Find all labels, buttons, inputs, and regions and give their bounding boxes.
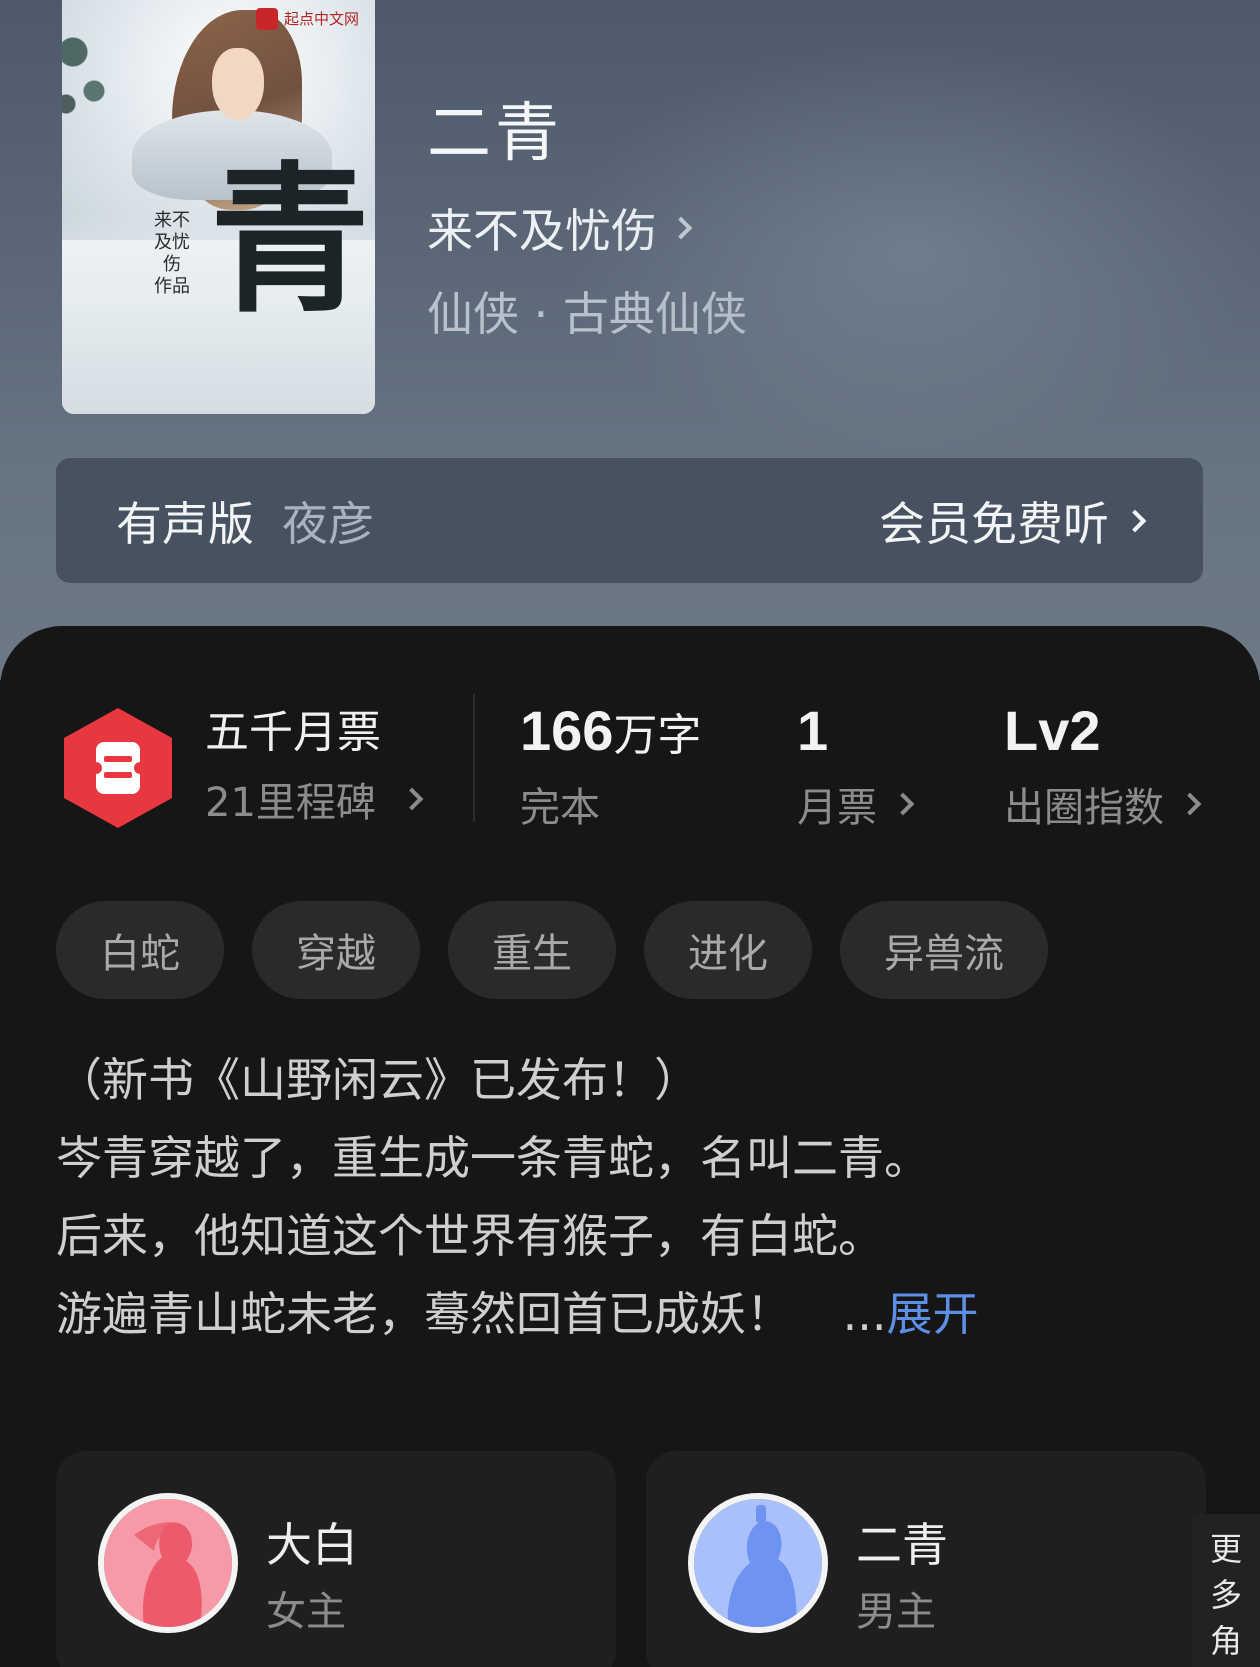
cover-title-char: 青 — [210, 146, 371, 334]
monthly-ticket-stat[interactable]: 1 月票 — [797, 698, 915, 833]
member-listen-button[interactable]: 会员免费听 — [879, 488, 1147, 554]
popularity-label: 出圈指数 — [1004, 785, 1164, 831]
character-role: 女主 — [266, 1589, 346, 1635]
milestone-stat[interactable]: 五千月票 21里程碑 — [205, 696, 424, 828]
popularity-level: Lv2 — [1004, 699, 1101, 762]
character-card[interactable]: 大白 女主 — [56, 1451, 616, 1667]
member-listen-label: 会员免费听 — [879, 496, 1109, 551]
description-line: 游遍青山蛇未老，蓦然回首已成妖！ ...展开 — [56, 1275, 1206, 1353]
tag-chip[interactable]: 进化 — [644, 901, 812, 999]
expand-link[interactable]: 展开 — [887, 1287, 979, 1341]
more-roles-button[interactable]: 更多角 — [1192, 1514, 1260, 1667]
milestone-title: 五千月票 — [205, 707, 381, 758]
character-avatar — [98, 1493, 238, 1633]
ticket-hexagon-icon — [64, 708, 172, 828]
cover-publisher-badge: 起点中文网 — [254, 6, 365, 32]
description-line: 后来，他知道这个世界有猴子，有白蛇。 — [56, 1209, 884, 1263]
tag-chip[interactable]: 重生 — [448, 901, 616, 999]
female-silhouette-icon — [104, 1499, 232, 1627]
author-link[interactable]: 来不及忧伤 — [427, 195, 693, 261]
character-name: 二青 — [856, 1518, 948, 1572]
chevron-right-icon — [891, 792, 915, 816]
milestone-sub: 21里程碑 — [205, 780, 376, 826]
male-silhouette-icon — [694, 1499, 822, 1627]
cover-leaves — [62, 0, 122, 130]
audio-label: 有声版 — [116, 496, 254, 551]
word-count-value: 166 — [520, 699, 614, 762]
book-title: 二青 — [427, 97, 563, 171]
tag-chip[interactable]: 白蛇 — [56, 901, 224, 999]
monthly-ticket-label: 月票 — [797, 785, 877, 831]
description-ellipsis: ... — [842, 1287, 887, 1341]
cover-author-vertical: 来不及忧伤 作品 — [154, 210, 190, 297]
author-name: 来不及忧伤 — [427, 204, 657, 258]
book-cover[interactable]: 起点中文网 来不及忧伤 作品 青 — [62, 0, 375, 414]
monthly-ticket-value: 1 — [797, 699, 829, 762]
chevron-right-icon — [1178, 792, 1202, 816]
tag-list: 白蛇 穿越 重生 进化 异兽流 — [56, 901, 1048, 999]
character-card[interactable]: 二青 男主 — [646, 1451, 1206, 1667]
book-description[interactable]: （新书《山野闲云》已发布！） 岑青穿越了，重生成一条青蛇，名叫二青。 后来，他知… — [56, 1041, 1206, 1353]
chevron-right-icon — [669, 216, 693, 240]
chevron-right-icon — [1123, 509, 1147, 532]
audio-narrator: 夜彦 — [282, 496, 374, 551]
character-name: 大白 — [266, 1518, 358, 1572]
character-avatar — [688, 1493, 828, 1633]
tag-chip[interactable]: 异兽流 — [840, 901, 1048, 999]
stats-row: 五千月票 21里程碑 166万字 完本 1 月票 Lv2 出圈指数 — [0, 626, 1260, 831]
stats-divider — [473, 694, 475, 822]
tag-chip[interactable]: 穿越 — [252, 901, 420, 999]
word-count-unit: 万字 — [613, 710, 702, 761]
description-line: 岑青穿越了，重生成一条青蛇，名叫二青。 — [56, 1131, 930, 1185]
completion-status: 完本 — [520, 785, 600, 831]
character-role: 男主 — [856, 1589, 936, 1635]
book-detail-panel: 五千月票 21里程碑 166万字 完本 1 月票 Lv2 出圈指数 白蛇 穿越 … — [0, 626, 1260, 1667]
popularity-index-stat[interactable]: Lv2 出圈指数 — [1004, 698, 1202, 833]
description-text: 游遍青山蛇未老，蓦然回首已成妖！ — [56, 1287, 792, 1341]
cover-figure-face — [212, 48, 264, 120]
character-list: 大白 女主 二青 男主 — [56, 1451, 1206, 1667]
book-header: 起点中文网 来不及忧伤 作品 青 二青 来不及忧伤 仙侠 · 古典仙侠 有声版 … — [0, 0, 1260, 680]
word-count-stat: 166万字 完本 — [520, 698, 701, 833]
audio-version-bar[interactable]: 有声版 夜彦 会员免费听 — [56, 458, 1203, 583]
book-genre: 仙侠 · 古典仙侠 — [427, 287, 747, 341]
description-line: （新书《山野闲云》已发布！） — [56, 1053, 700, 1107]
more-roles-label: 更多角 — [1209, 1530, 1242, 1660]
chevron-right-icon — [400, 787, 424, 811]
